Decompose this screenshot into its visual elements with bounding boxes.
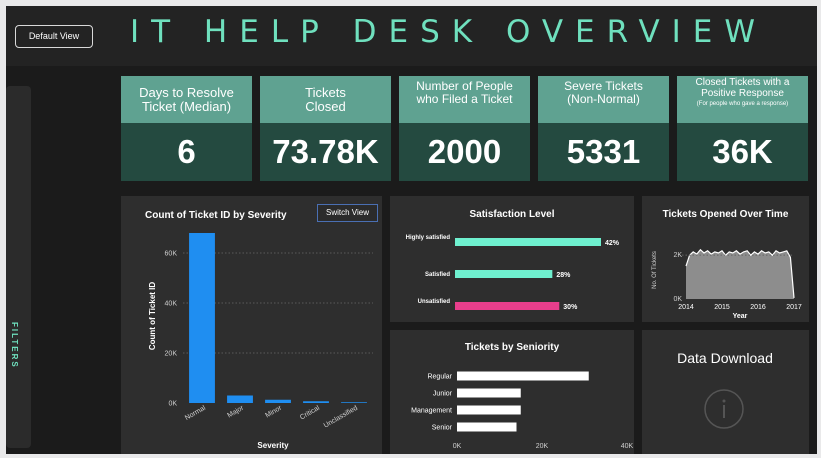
category-label: Management xyxy=(411,408,452,415)
bar xyxy=(303,401,329,403)
x-tick-label: Minor xyxy=(264,404,283,419)
kpi-header: Closed Tickets with a Positive Response … xyxy=(677,76,808,123)
kpi-value: 36K xyxy=(677,123,808,181)
kpi-title-line2: who Filed a Ticket xyxy=(416,91,513,106)
kpi-subtitle: (For people who gave a response) xyxy=(696,101,789,107)
bar xyxy=(227,395,253,403)
kpi-title-line1: Number of People xyxy=(416,79,513,93)
info-icon[interactable] xyxy=(703,388,745,430)
satisfaction-bar-chart: Highly satisfied 42% Satisfied 28% Unsatisfi… xyxy=(406,235,620,311)
bar xyxy=(457,388,521,398)
data-label: 28% xyxy=(556,272,571,279)
x-axis-title: Severity xyxy=(257,441,289,450)
kpi-title-line2: (Non-Normal) xyxy=(567,91,640,106)
y-tick-label: 2K xyxy=(673,252,682,259)
y-tick-label: 0K xyxy=(168,401,177,408)
default-view-button[interactable]: Default View xyxy=(15,25,93,48)
category-label: Satisfied xyxy=(425,272,450,278)
bar xyxy=(457,422,517,432)
kpi-card-positive-response: Closed Tickets with a Positive Response … xyxy=(677,76,808,181)
x-axis-title: Year xyxy=(733,313,748,320)
data-label: 30% xyxy=(563,304,578,311)
area xyxy=(686,249,794,299)
dashboard-frame: Default View IT HELP DESK OVERVIEW FILTE… xyxy=(6,6,817,454)
data-download-panel[interactable]: Data Download xyxy=(642,330,809,454)
bar xyxy=(455,238,601,246)
kpi-value: 2000 xyxy=(399,123,530,181)
kpi-title-line1: Severe Tickets xyxy=(564,79,643,93)
kpi-value: 6 xyxy=(121,123,252,181)
kpi-card-people-filed: Number of People who Filed a Ticket 2000 xyxy=(399,76,530,181)
kpi-title-line2: Closed xyxy=(305,98,346,114)
bar xyxy=(189,233,215,403)
top-bar: Default View IT HELP DESK OVERVIEW xyxy=(6,6,817,66)
severity-bar-chart: Count of Ticket ID Severity 0K 20K 40K 60K N… xyxy=(148,233,373,450)
satisfaction-panel: Satisfaction Level Highly satisfied 42% Sa… xyxy=(390,196,634,322)
x-tick-label: Unclassified xyxy=(323,405,359,430)
tickets-area-chart: No. Of Tickets Year 2K 0K2014 2015 2016 2017 xyxy=(652,248,802,320)
x-tick-label: 20K xyxy=(536,443,549,450)
seniority-panel: Tickets by Seniority Regular Junior Manage… xyxy=(390,330,634,454)
x-tick-label: 2017 xyxy=(786,304,802,311)
y-axis-title: No. Of Tickets xyxy=(652,251,658,289)
severity-chart-panel: Count of Ticket ID by Severity Switch Vi… xyxy=(121,196,382,454)
category-label: Senior xyxy=(432,425,453,432)
filters-label: FILTERS xyxy=(10,322,19,369)
kpi-value: 5331 xyxy=(538,123,669,181)
bar xyxy=(265,399,291,403)
y-tick-label: 60K xyxy=(165,251,178,258)
y-axis-title: Count of Ticket ID xyxy=(148,282,157,351)
category-label: Junior xyxy=(433,391,453,398)
kpi-header: Days to Resolve Ticket (Median) xyxy=(121,76,252,123)
kpi-title-line1: Closed Tickets with a xyxy=(695,77,790,88)
x-tick-label: Major xyxy=(226,404,245,419)
kpi-card-tickets-closed: Tickets Closed 73.78K xyxy=(260,76,391,181)
x-tick-label: 2014 xyxy=(678,304,694,311)
x-tick-label: 40K xyxy=(621,443,634,450)
y-tick-label: 40K xyxy=(165,301,178,308)
page-title: IT HELP DESK OVERVIEW xyxy=(130,14,768,50)
kpi-card-days-to-resolve: Days to Resolve Ticket (Median) 6 xyxy=(121,76,252,181)
y-tick-label: 20K xyxy=(165,351,178,358)
filters-pane-toggle[interactable]: FILTERS xyxy=(6,86,31,448)
kpi-header: Tickets Closed xyxy=(260,76,391,123)
bar xyxy=(341,402,367,403)
kpi-title-line2: Positive Response xyxy=(701,87,784,99)
bar xyxy=(455,270,553,278)
kpi-header: Number of People who Filed a Ticket xyxy=(399,76,530,123)
kpi-title-line2: Ticket (Median) xyxy=(141,98,232,114)
seniority-bar-chart: Regular Junior Management Senior 0K 20K 40K xyxy=(411,371,634,450)
bar xyxy=(457,405,521,415)
x-tick-label: 0K xyxy=(453,443,462,450)
x-tick-label: 2016 xyxy=(750,304,766,311)
x-tick-label: 2015 xyxy=(714,304,730,311)
kpi-value: 73.78K xyxy=(260,123,391,181)
data-label: 42% xyxy=(605,240,620,247)
kpi-title-line1: Tickets xyxy=(305,84,346,100)
kpi-header: Severe Tickets (Non-Normal) xyxy=(538,76,669,123)
category-label: Highly satisfied xyxy=(406,235,451,241)
kpi-card-severe-tickets: Severe Tickets (Non-Normal) 5331 xyxy=(538,76,669,181)
bar xyxy=(455,302,560,310)
kpi-title-line1: Days to Resolve xyxy=(139,84,234,100)
bar xyxy=(457,371,589,381)
category-label: Unsatisfied xyxy=(418,299,451,305)
tickets-over-time-panel: Tickets Opened Over Time No. Of Tickets … xyxy=(642,196,809,322)
y-tick-label: 0K xyxy=(673,296,682,303)
x-tick-label: Critical xyxy=(299,404,321,421)
category-label: Regular xyxy=(427,374,452,381)
x-tick-label: Normal xyxy=(184,404,207,422)
data-download-title: Data Download xyxy=(677,350,773,366)
